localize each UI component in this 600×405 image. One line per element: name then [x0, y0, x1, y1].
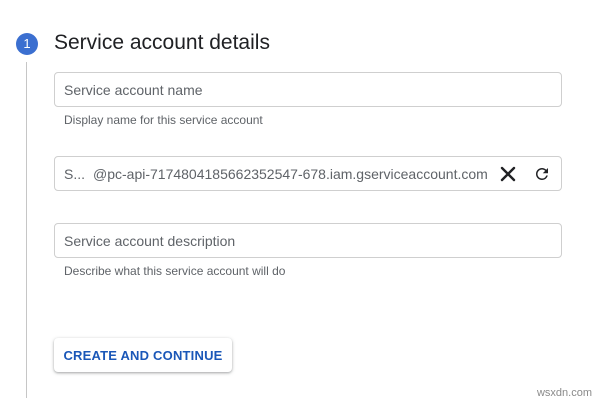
create-and-continue-button[interactable]: CREATE AND CONTINUE [54, 338, 232, 372]
step-title: Service account details [54, 31, 270, 54]
service-account-id-value[interactable]: S... [64, 166, 85, 182]
regenerate-id-button[interactable] [531, 163, 553, 185]
step-number-badge: 1 [16, 33, 38, 55]
service-account-name-input[interactable] [64, 73, 544, 106]
step-connector-line [26, 62, 27, 398]
service-account-description-input[interactable] [64, 224, 544, 257]
service-account-email-suffix: @pc-api-7174804185662352547-678.iam.gser… [93, 166, 488, 182]
clear-id-button[interactable] [497, 163, 519, 185]
service-account-id-field[interactable]: S... @pc-api-7174804185662352547-678.iam… [54, 156, 562, 191]
service-account-description-helper: Describe what this service account will … [64, 264, 286, 278]
service-account-description-field[interactable] [54, 223, 562, 258]
service-account-name-helper: Display name for this service account [64, 113, 263, 127]
watermark: wsxdn.com [536, 387, 592, 399]
refresh-icon [536, 168, 548, 180]
service-account-name-field[interactable] [54, 72, 562, 107]
close-icon [500, 166, 516, 182]
